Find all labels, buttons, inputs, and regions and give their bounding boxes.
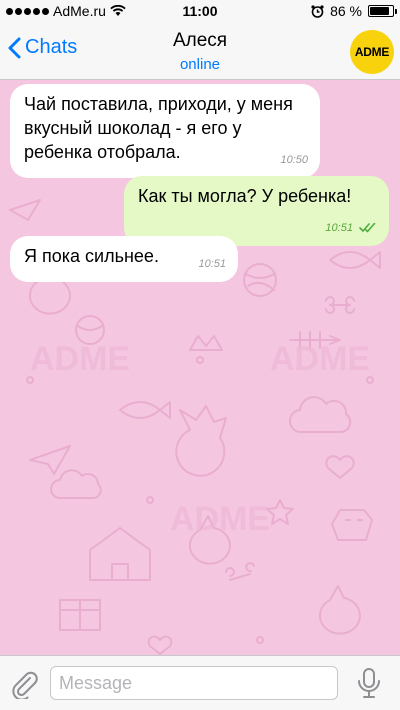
svg-text:ADME: ADME — [170, 500, 270, 538]
status-right: 86 % — [311, 3, 397, 19]
composer-bar — [0, 655, 400, 710]
status-bar: AdMe.ru 11:00 86 % — [0, 0, 400, 22]
message-text: Я пока сильнее. — [24, 246, 159, 266]
svg-text:ADME: ADME — [270, 340, 370, 378]
paperclip-icon[interactable] — [10, 669, 38, 699]
nav-bar: Chats Алеся online ADME — [0, 22, 400, 80]
svg-text:ADME: ADME — [30, 340, 130, 378]
message-text: Чай поставила, приходи, у меня вкусный ш… — [24, 94, 293, 162]
message-time: 10:50 — [280, 154, 308, 166]
avatar[interactable]: ADME — [350, 30, 394, 74]
microphone-icon[interactable] — [356, 667, 382, 699]
double-check-read-icon — [359, 223, 376, 233]
alarm-clock-icon — [311, 4, 324, 18]
message-time: 10:51 — [198, 258, 226, 270]
message-incoming[interactable]: Я пока сильнее. 10:51 — [10, 236, 238, 282]
message-input[interactable] — [50, 666, 338, 700]
battery-icon — [368, 5, 397, 17]
message-text: Как ты могла? У ребенка! — [138, 186, 352, 206]
battery-level — [370, 7, 389, 15]
message-time-group: 10:51 — [325, 216, 377, 240]
battery-percent: 86 % — [330, 3, 362, 19]
contact-name: Алеся — [172, 30, 228, 51]
message-incoming[interactable]: Чай поставила, приходи, у меня вкусный ш… — [10, 84, 320, 178]
message-time: 10:51 — [325, 222, 353, 234]
contact-status: online — [179, 56, 221, 73]
chat-area[interactable]: ADME ADME ADME Чай поставила, приходи, у… — [0, 80, 400, 655]
